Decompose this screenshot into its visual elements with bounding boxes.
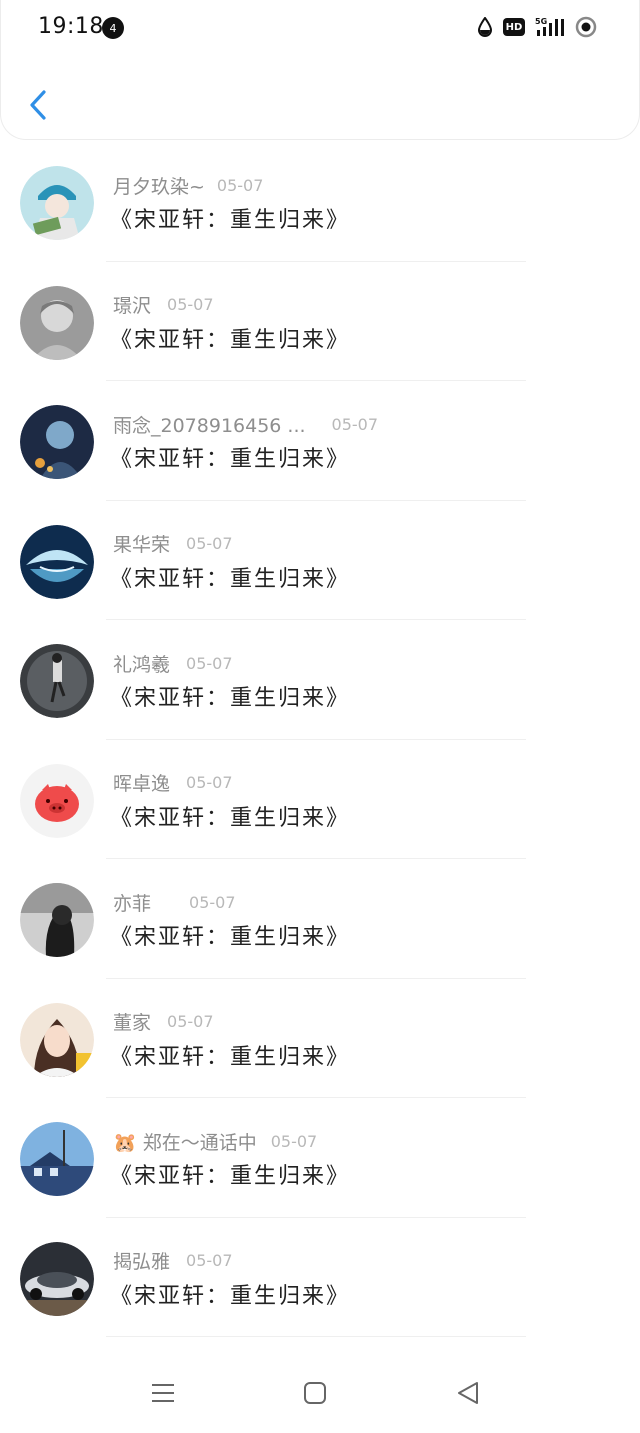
avatar[interactable]: [20, 1002, 94, 1077]
signal-5g-icon: 5G: [535, 17, 564, 36]
system-nav-bar: [0, 1360, 640, 1433]
avatar[interactable]: [20, 1241, 94, 1316]
item-meta: 🐹 郑在～通话中 05-07: [113, 1128, 317, 1154]
home-button[interactable]: [295, 1378, 335, 1408]
book-title[interactable]: 《宋亚轩：重生归来》: [110, 322, 350, 354]
item-meta: 礼鸿羲 05-07: [113, 650, 233, 676]
post-date: 05-07: [186, 1251, 233, 1270]
book-title[interactable]: 《宋亚轩：重生归来》: [110, 800, 350, 832]
avatar[interactable]: [20, 763, 94, 838]
user-name[interactable]: 揭弘雅: [113, 1247, 170, 1274]
post-date: 05-07: [331, 414, 379, 434]
list-item[interactable]: 月夕玖染~ 05-07 《宋亚轩：重生归来》: [0, 142, 640, 262]
list-item[interactable]: 礼鸿羲 05-07 《宋亚轩：重生归来》: [0, 620, 640, 740]
user-name[interactable]: 礼鸿羲: [113, 650, 170, 677]
menu-button[interactable]: [143, 1378, 183, 1408]
status-bar: 19:18 4 HD 5G: [1, 0, 640, 56]
user-name[interactable]: 亦菲: [113, 889, 151, 916]
item-meta: 璟沢 05-07: [113, 292, 214, 318]
row-divider: [106, 1336, 526, 1337]
book-title[interactable]: 《宋亚轩：重生归来》: [110, 561, 350, 593]
avatar[interactable]: [20, 524, 94, 599]
user-name[interactable]: 🐹 郑在～通话中: [113, 1128, 257, 1155]
chevron-left-icon: [30, 90, 46, 120]
avatar[interactable]: [20, 644, 94, 718]
avatar[interactable]: [20, 285, 94, 360]
item-meta: 月夕玖染~ 05-07: [113, 172, 263, 198]
list-item[interactable]: 果华荣 05-07 《宋亚轩：重生归来》: [0, 501, 640, 620]
list-item[interactable]: 晖卓逸 05-07 《宋亚轩：重生归来》: [0, 740, 640, 859]
post-date: 05-07: [186, 653, 233, 673]
triangle-back-icon: [458, 1382, 478, 1404]
item-meta: 董家 05-07: [113, 1009, 214, 1035]
menu-icon: [152, 1384, 174, 1402]
list-item[interactable]: 🐹 郑在～通话中 05-07 《宋亚轩：重生归来》: [0, 1098, 640, 1218]
user-name[interactable]: 雨念_2078916456 ...: [113, 411, 306, 438]
post-date: 05-07: [186, 773, 233, 792]
list-item[interactable]: 董家 05-07 《宋亚轩：重生归来》: [0, 979, 640, 1098]
list-item[interactable]: 璟沢 05-07 《宋亚轩：重生归来》: [0, 262, 640, 381]
avatar[interactable]: [20, 405, 94, 479]
data-saver-icon: [477, 17, 493, 37]
avatar[interactable]: [20, 166, 94, 240]
post-date: 05-07: [270, 1131, 318, 1151]
book-title[interactable]: 《宋亚轩：重生归来》: [110, 441, 350, 473]
recording-icon: [575, 16, 597, 38]
book-title[interactable]: 《宋亚轩：重生归来》: [110, 919, 350, 951]
user-name[interactable]: 璟沢: [113, 291, 151, 318]
item-meta: 晖卓逸 05-07: [113, 770, 233, 796]
post-date: 05-07: [167, 1012, 214, 1031]
avatar[interactable]: [20, 883, 94, 957]
user-name[interactable]: 晖卓逸: [113, 769, 170, 796]
comment-list: 月夕玖染~ 05-07 《宋亚轩：重生归来》 璟沢 05-07 《宋亚轩：重生归来》 雨念_…: [0, 142, 640, 1337]
item-meta: 亦菲 05-07: [113, 889, 236, 915]
item-meta: 果华荣 05-07: [113, 531, 233, 557]
hd-icon: HD: [503, 18, 525, 36]
post-date: 05-07: [189, 892, 236, 912]
user-name[interactable]: 果华荣: [113, 530, 170, 557]
avatar[interactable]: [20, 1122, 94, 1196]
list-item[interactable]: 亦菲 05-07 《宋亚轩：重生归来》: [0, 859, 640, 979]
home-square-icon: [304, 1382, 326, 1404]
post-date: 05-07: [186, 534, 233, 553]
user-name[interactable]: 月夕玖染~: [113, 172, 205, 199]
post-date: 05-07: [167, 295, 214, 314]
user-name[interactable]: 董家: [113, 1008, 151, 1035]
book-title[interactable]: 《宋亚轩：重生归来》: [110, 1039, 350, 1071]
nav-back-button[interactable]: [448, 1378, 488, 1408]
book-title[interactable]: 《宋亚轩：重生归来》: [110, 1278, 350, 1310]
svg-text:5G: 5G: [535, 17, 547, 26]
item-meta: 雨念_2078916456 ... 05-07: [113, 411, 378, 437]
list-item[interactable]: 揭弘雅 05-07 《宋亚轩：重生归来》: [0, 1218, 640, 1337]
list-item[interactable]: 雨念_2078916456 ... 05-07 《宋亚轩：重生归来》: [0, 381, 640, 501]
book-title[interactable]: 《宋亚轩：重生归来》: [110, 202, 350, 234]
status-time: 19:18: [38, 14, 104, 39]
item-meta: 揭弘雅 05-07: [113, 1248, 233, 1274]
book-title[interactable]: 《宋亚轩：重生归来》: [110, 680, 350, 712]
book-title[interactable]: 《宋亚轩：重生归来》: [110, 1158, 350, 1190]
post-date: 05-07: [216, 175, 264, 195]
status-icons: HD 5G: [477, 16, 597, 38]
notification-badge: 4: [102, 17, 124, 39]
header-card: 19:18 4 HD 5G: [0, 0, 640, 140]
back-button[interactable]: [21, 85, 55, 125]
